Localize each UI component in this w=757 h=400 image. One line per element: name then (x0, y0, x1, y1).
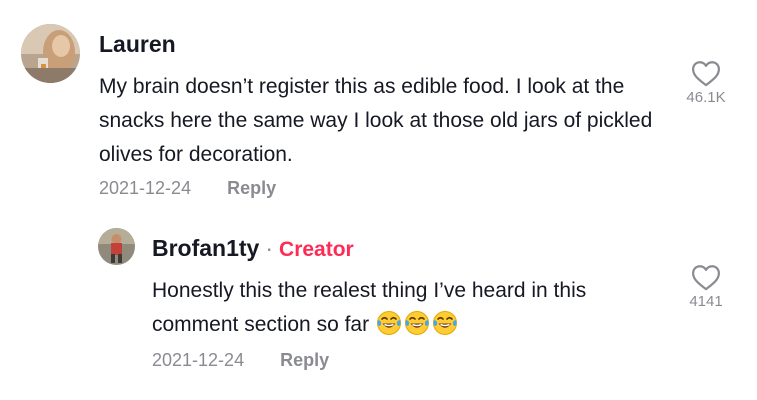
comment-text: My brain doesn’t register this as edible… (99, 75, 653, 166)
reply-username-row: Brofan1ty · Creator (152, 235, 354, 262)
separator-dot: · (265, 235, 274, 261)
creator-badge: Creator (279, 238, 354, 261)
laughing-tears-emoji-icon (376, 311, 401, 335)
emoji-group: 😂 😂 😂 (375, 311, 459, 336)
reply-meta: 2021-12-24 Reply (152, 350, 329, 371)
comment-meta: 2021-12-24 Reply (99, 178, 276, 199)
reply-text: Honestly this the realest thing I’ve hea… (152, 279, 587, 336)
laughing-tears-emoji-icon (432, 311, 457, 335)
heart-outline-icon (692, 265, 720, 291)
reply-text-block: Honestly this the realest thing I’ve hea… (152, 274, 652, 342)
reply-username[interactable]: Brofan1ty (152, 235, 259, 261)
commenter-username[interactable]: Lauren (99, 31, 176, 58)
laughing-tears-emoji-icon (404, 311, 429, 335)
comment-date: 2021-12-24 (99, 178, 192, 198)
like-count: 46.1K (686, 89, 726, 106)
reply-to-reply-button[interactable]: Reply (280, 350, 329, 370)
reply-date: 2021-12-24 (152, 350, 245, 370)
heart-outline-icon (692, 61, 720, 87)
reply-avatar[interactable] (98, 228, 135, 265)
reply-like-button[interactable]: 4141 (676, 264, 736, 310)
reply-button[interactable]: Reply (227, 178, 276, 198)
reply-like-count: 4141 (689, 293, 723, 310)
commenter-avatar[interactable] (21, 24, 80, 83)
comment-like-button[interactable]: 46.1K (676, 60, 736, 106)
